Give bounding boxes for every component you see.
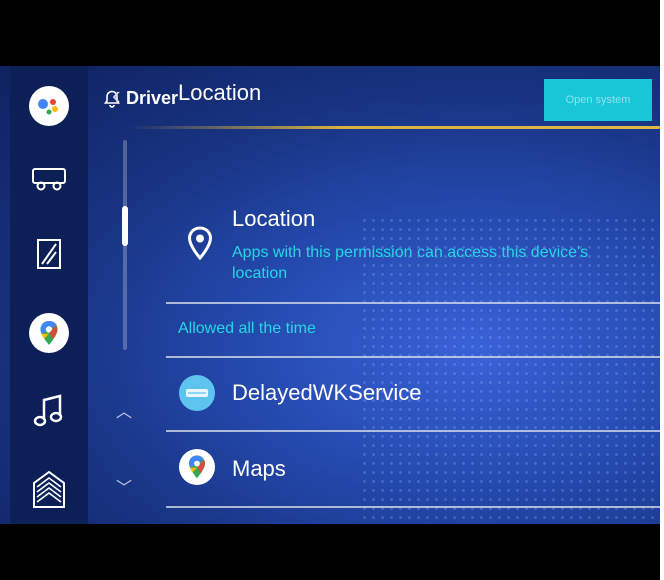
infotainment-screen: Driver — [0, 66, 660, 524]
profile-name[interactable]: Driver — [126, 88, 178, 109]
service-icon — [179, 375, 215, 411]
location-pin-icon — [187, 226, 213, 260]
scrollbar-thumb[interactable] — [122, 206, 128, 246]
app-label: DelayedWKService — [232, 380, 422, 405]
home-icon[interactable] — [10, 464, 88, 514]
section-title: Allowed all the time — [178, 320, 316, 337]
permission-heading: Location — [232, 206, 316, 231]
chevron-up-icon[interactable]: ︿ — [116, 398, 132, 422]
divider — [166, 430, 660, 432]
photo-border — [660, 0, 664, 580]
back-button[interactable]: ‹ — [112, 80, 121, 111]
window-icon[interactable] — [10, 234, 88, 274]
assistant-icon[interactable] — [10, 82, 88, 130]
divider — [166, 302, 660, 304]
app-label: Maps — [232, 456, 286, 481]
letterbox-top — [0, 0, 664, 66]
chevron-down-icon[interactable]: ﹀ — [116, 474, 132, 498]
divider — [166, 356, 660, 358]
music-icon[interactable] — [10, 388, 88, 434]
header-accent-line — [128, 126, 660, 129]
divider — [166, 506, 660, 508]
permission-description: Apps with this permission can access thi… — [232, 244, 589, 282]
app-rail — [10, 66, 88, 524]
maps-icon[interactable] — [10, 310, 88, 356]
page-title: Location — [178, 80, 262, 105]
open-system-button[interactable]: Open system — [544, 79, 652, 121]
vehicle-icon[interactable] — [10, 158, 88, 198]
maps-icon — [179, 449, 215, 485]
letterbox-bottom — [0, 524, 664, 580]
